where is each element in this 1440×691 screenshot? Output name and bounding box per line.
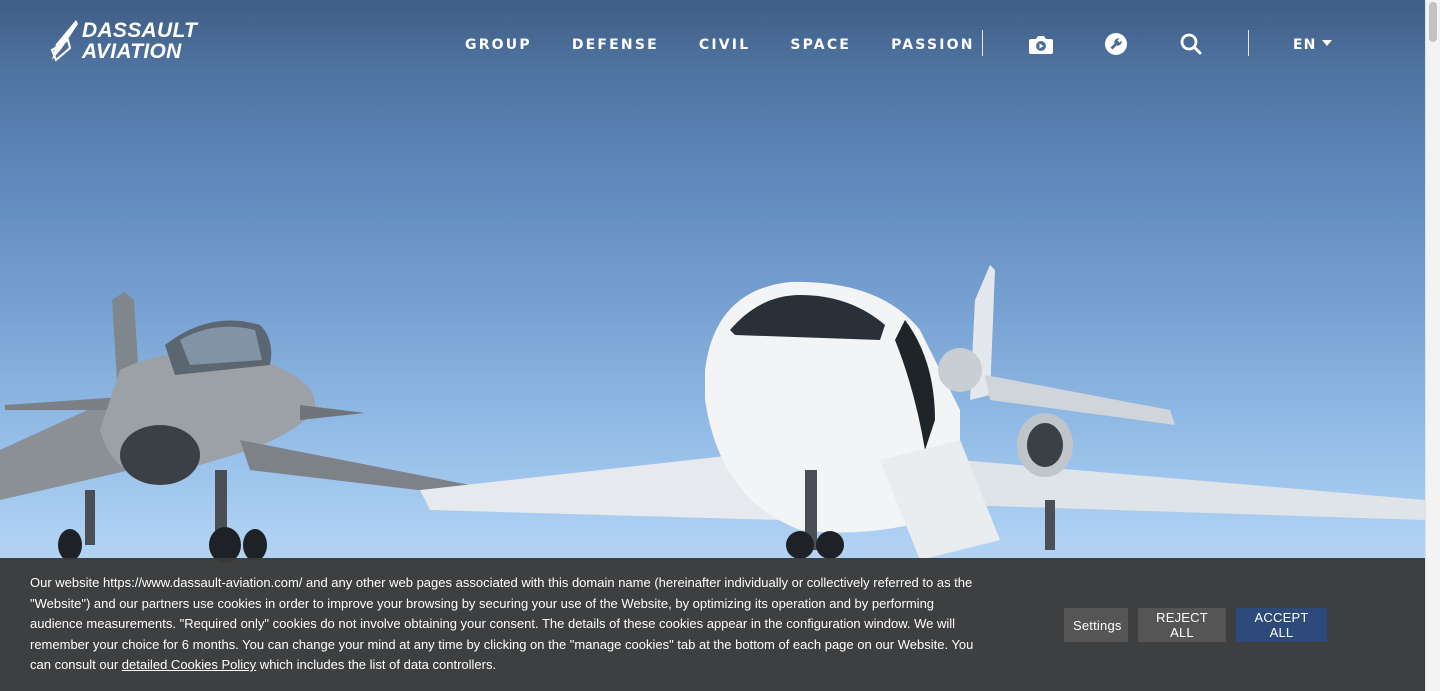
logo-text: DASSAULT AVIATION [82, 20, 197, 62]
nav-divider [982, 30, 983, 56]
caret-down-icon [1322, 40, 1333, 46]
language-label: EN [1293, 37, 1317, 53]
falcon-jet [420, 265, 1425, 560]
nav-space[interactable]: SPACE [790, 36, 851, 54]
cookie-banner: Our website https://www.dassault-aviatio… [0, 558, 1425, 691]
nav-civil[interactable]: CIVIL [699, 36, 750, 54]
cookie-settings-button[interactable]: Settings [1064, 608, 1128, 642]
lang-divider [1248, 30, 1249, 56]
nav-passion[interactable]: PASSION [891, 36, 975, 54]
nav-defense[interactable]: DEFENSE [572, 36, 659, 54]
nav-group[interactable]: GROUP [465, 36, 532, 54]
accept-all-button[interactable]: ACCEPT ALL [1236, 608, 1327, 642]
wrench-icon[interactable] [1104, 32, 1128, 56]
cookies-policy-link[interactable]: detailed Cookies Policy [122, 657, 256, 672]
dassault-aviation-logo[interactable]: DASSAULT AVIATION [50, 20, 210, 64]
logo-line2: AVIATION [82, 40, 182, 63]
search-icon[interactable] [1179, 32, 1203, 56]
main-nav: GROUP DEFENSE CIVIL SPACE PASSION [465, 36, 1015, 54]
page: DASSAULT AVIATION GROUP DEFENSE CIVIL SP… [0, 0, 1425, 691]
cookie-text-after: which includes the list of data controll… [256, 657, 497, 673]
camera-icon[interactable] [1028, 32, 1053, 56]
language-selector[interactable]: EN [1293, 36, 1333, 54]
page-scrollbar[interactable] [1425, 0, 1440, 691]
logo-line1: DASSAULT [82, 19, 198, 42]
cookie-banner-text: Our website https://www.dassault-aviatio… [30, 573, 990, 676]
rafale-jet [0, 292, 470, 563]
reject-all-button[interactable]: REJECT ALL [1138, 608, 1226, 642]
scrollbar-thumb[interactable] [1429, 2, 1437, 42]
logo-emblem-icon [50, 20, 78, 62]
